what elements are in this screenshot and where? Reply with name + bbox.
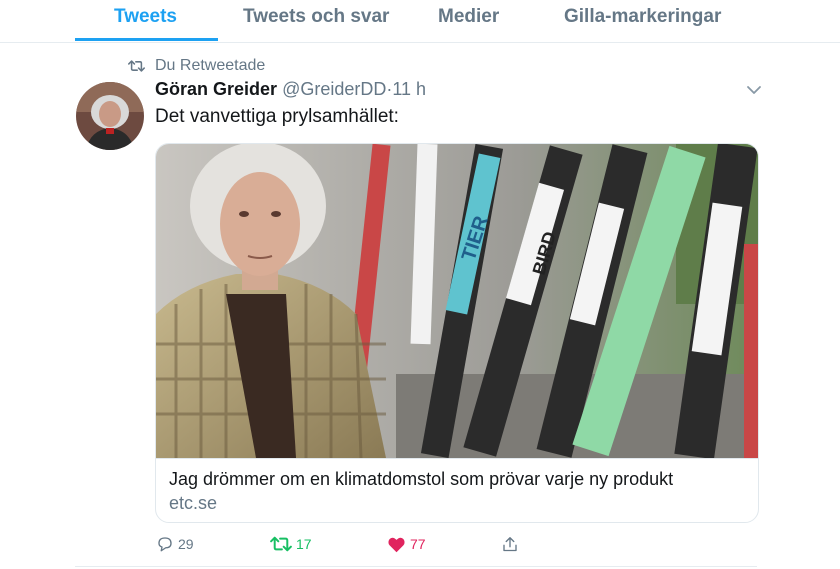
chevron-down-icon[interactable] [746, 84, 762, 96]
reply-icon [158, 537, 172, 552]
avatar[interactable] [76, 82, 144, 150]
retweet-context: Du Retweetade [128, 56, 265, 76]
profile-tabs: Tweets Tweets och svar Medier Gilla-mark… [0, 0, 840, 43]
reply-count: 29 [178, 536, 194, 552]
retweet-count: 17 [296, 536, 312, 552]
like-icon [388, 537, 405, 552]
card-title[interactable]: Jag drömmer om en klimatdomstol som pröv… [169, 469, 673, 490]
tab-tweets-and-replies[interactable]: Tweets och svar [243, 6, 389, 28]
author-name[interactable]: Göran Greider [155, 79, 277, 99]
reply-button[interactable]: 29 [156, 534, 194, 554]
like-count: 77 [410, 536, 426, 552]
tab-likes[interactable]: Gilla-markeringar [564, 6, 721, 28]
tab-media[interactable]: Medier [438, 6, 499, 28]
tweet-text: Det vanvettiga prylsamhället: [155, 106, 399, 127]
tweet-divider [75, 566, 757, 567]
share-icon [503, 536, 517, 551]
share-button[interactable] [501, 534, 523, 554]
retweet-note: Du Retweetade [155, 57, 266, 74]
retweet-icon [128, 60, 145, 72]
card-divider [156, 458, 758, 459]
card-image: TIER BIRD [156, 144, 758, 458]
like-button[interactable]: 77 [387, 534, 426, 554]
tab-tweets[interactable]: Tweets [114, 6, 177, 28]
card-domain[interactable]: etc.se [169, 493, 217, 514]
author-handle[interactable]: @GreiderDD [282, 79, 386, 99]
tweet-time[interactable]: 11 h [392, 79, 426, 99]
active-tab-indicator [75, 38, 218, 41]
retweet-button[interactable]: 17 [270, 534, 312, 554]
tweet-header: Göran Greider @GreiderDD·11 h [155, 79, 426, 100]
link-card[interactable]: TIER BIRD Jag drömmer om en klimatdomsto… [155, 143, 759, 523]
retweet-icon [270, 536, 292, 552]
